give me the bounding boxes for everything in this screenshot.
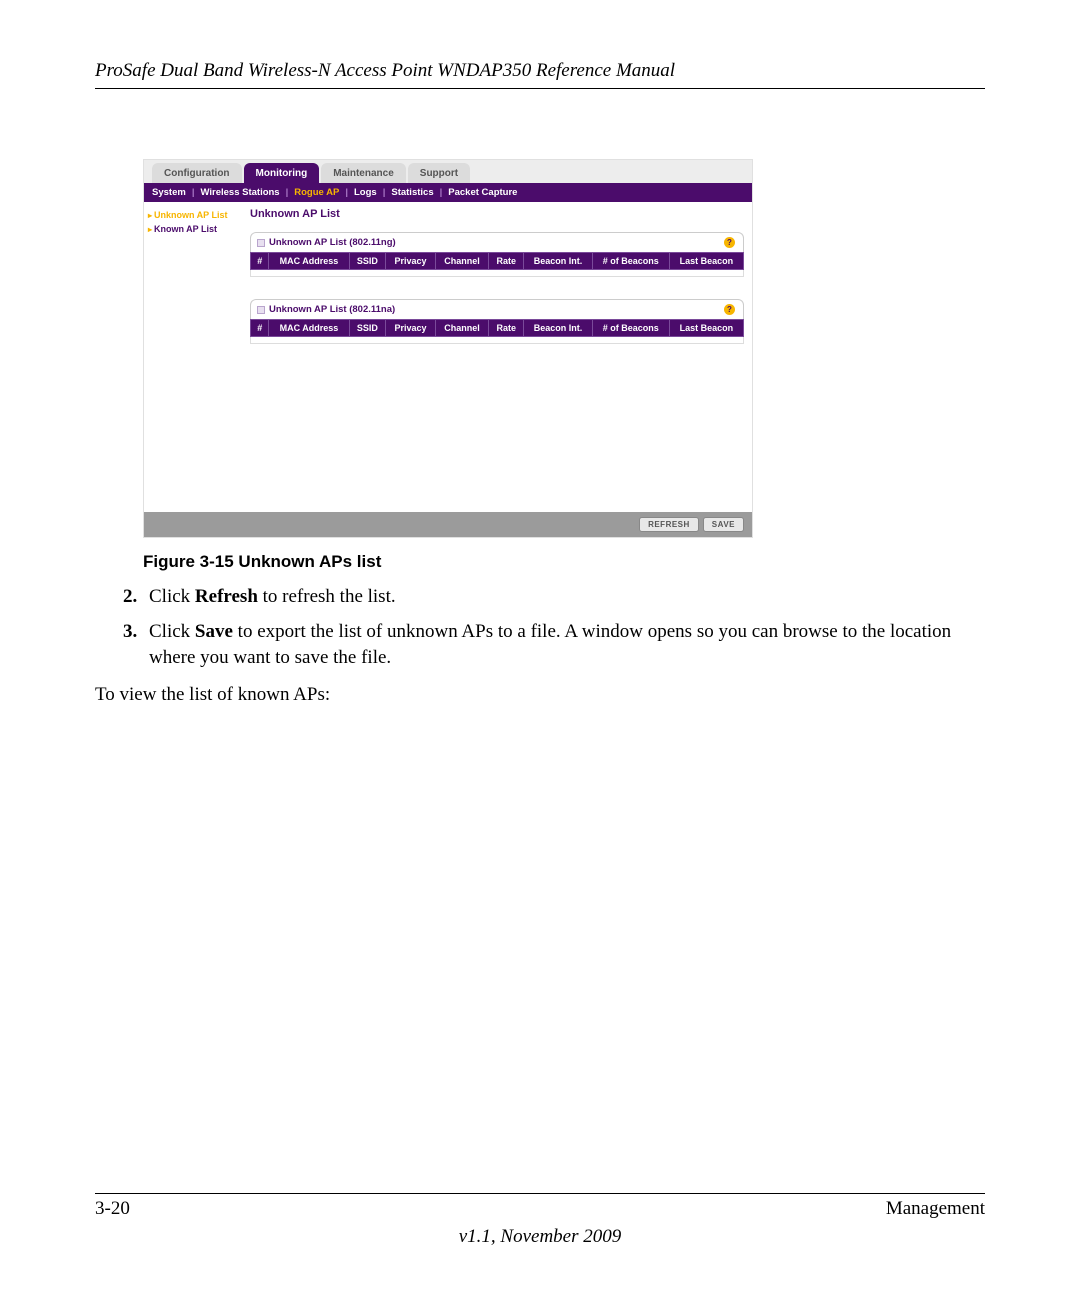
figure-caption: Figure 3-15 Unknown APs list — [143, 552, 985, 572]
col-beacons-num: # of Beacons — [592, 253, 669, 270]
table-empty-row — [251, 270, 744, 277]
help-icon[interactable]: ? — [724, 237, 735, 248]
col-privacy: Privacy — [386, 253, 435, 270]
caret-icon: ▸ — [148, 225, 152, 234]
step-list: 2. Click Refresh to refresh the list. 3.… — [123, 584, 985, 672]
sidebar-label: Known AP List — [154, 224, 217, 234]
screenshot-footer: REFRESH SAVE — [144, 512, 752, 537]
col-mac: MAC Address — [269, 320, 349, 337]
refresh-button[interactable]: REFRESH — [639, 517, 699, 532]
sub-nav: System | Wireless Stations | Rogue AP | … — [144, 183, 752, 202]
subnav-system[interactable]: System — [152, 187, 186, 198]
screenshot-figure: Configuration Monitoring Maintenance Sup… — [143, 159, 753, 538]
panel-title-text: Unknown AP List (802.11ng) — [269, 237, 396, 248]
tab-maintenance[interactable]: Maintenance — [321, 163, 406, 183]
top-tabs: Configuration Monitoring Maintenance Sup… — [144, 160, 752, 183]
separator-icon: | — [440, 187, 443, 198]
sidebar-label: Unknown AP List — [154, 210, 228, 220]
subnav-packet-capture[interactable]: Packet Capture — [448, 187, 517, 198]
tab-monitoring[interactable]: Monitoring — [244, 163, 320, 183]
col-last-beacon: Last Beacon — [669, 320, 743, 337]
col-rate: Rate — [489, 253, 524, 270]
screenshot-body: ▸Unknown AP List ▸Known AP List Unknown … — [144, 202, 752, 512]
doc-header-title: ProSafe Dual Band Wireless-N Access Poin… — [95, 60, 985, 89]
col-rate: Rate — [489, 320, 524, 337]
tab-support[interactable]: Support — [408, 163, 470, 183]
separator-icon: | — [383, 187, 386, 198]
col-num: # — [251, 320, 269, 337]
separator-icon: | — [345, 187, 348, 198]
col-beacons-num: # of Beacons — [592, 320, 669, 337]
panel-80211ng: Unknown AP List (802.11ng) ? # MAC Addre… — [250, 232, 744, 277]
doc-footer: 3-20 Management v1.1, November 2009 — [95, 1193, 985, 1248]
sidebar: ▸Unknown AP List ▸Known AP List — [144, 202, 244, 512]
subnav-statistics[interactable]: Statistics — [391, 187, 433, 198]
step-text-bold: Refresh — [195, 586, 258, 607]
tab-configuration[interactable]: Configuration — [152, 163, 242, 183]
step-text-part: to refresh the list. — [258, 586, 396, 607]
sidebar-item-unknown-ap[interactable]: ▸Unknown AP List — [148, 210, 240, 220]
subnav-wireless-stations[interactable]: Wireless Stations — [200, 187, 279, 198]
caret-icon: ▸ — [148, 211, 152, 220]
col-ssid: SSID — [349, 253, 386, 270]
main-panel: Unknown AP List Unknown AP List (802.11n… — [244, 202, 752, 512]
step-text-part: to export the list of unknown APs to a f… — [149, 621, 951, 669]
step-text-bold: Save — [195, 621, 233, 642]
col-num: # — [251, 253, 269, 270]
step-text: Click Save to export the list of unknown… — [149, 619, 985, 672]
col-channel: Channel — [435, 253, 488, 270]
step-text-part: Click — [149, 586, 195, 607]
panel-title: Unknown AP List — [250, 208, 744, 220]
separator-icon: | — [286, 187, 289, 198]
step-3: 3. Click Save to export the list of unkn… — [123, 619, 985, 672]
help-icon[interactable]: ? — [724, 304, 735, 315]
section-name: Management — [886, 1198, 985, 1220]
table-empty-row — [251, 337, 744, 344]
page-number: 3-20 — [95, 1198, 130, 1220]
step-text: Click Refresh to refresh the list. — [149, 584, 985, 611]
table-80211na: # MAC Address SSID Privacy Channel Rate … — [250, 319, 744, 344]
step-2: 2. Click Refresh to refresh the list. — [123, 584, 985, 611]
doc-version: v1.1, November 2009 — [95, 1226, 985, 1248]
col-privacy: Privacy — [386, 320, 435, 337]
step-text-part: Click — [149, 621, 195, 642]
panel-header: Unknown AP List (802.11ng) ? — [250, 232, 744, 252]
col-mac: MAC Address — [269, 253, 349, 270]
col-beacon-int: Beacon Int. — [524, 253, 592, 270]
panel-header: Unknown AP List (802.11na) ? — [250, 299, 744, 319]
col-last-beacon: Last Beacon — [669, 253, 743, 270]
panel-80211na: Unknown AP List (802.11na) ? # MAC Addre… — [250, 299, 744, 344]
step-number: 2. — [123, 584, 149, 611]
step-number: 3. — [123, 619, 149, 672]
panel-toggle-icon[interactable] — [257, 239, 265, 247]
body-paragraph: To view the list of known APs: — [95, 682, 985, 709]
col-beacon-int: Beacon Int. — [524, 320, 592, 337]
col-channel: Channel — [435, 320, 488, 337]
separator-icon: | — [192, 187, 195, 198]
table-80211ng: # MAC Address SSID Privacy Channel Rate … — [250, 252, 744, 277]
panel-toggle-icon[interactable] — [257, 306, 265, 314]
panel-title-text: Unknown AP List (802.11na) — [269, 304, 395, 315]
save-button[interactable]: SAVE — [703, 517, 744, 532]
subnav-logs[interactable]: Logs — [354, 187, 377, 198]
subnav-rogue-ap[interactable]: Rogue AP — [294, 187, 339, 198]
col-ssid: SSID — [349, 320, 386, 337]
sidebar-item-known-ap[interactable]: ▸Known AP List — [148, 224, 240, 234]
